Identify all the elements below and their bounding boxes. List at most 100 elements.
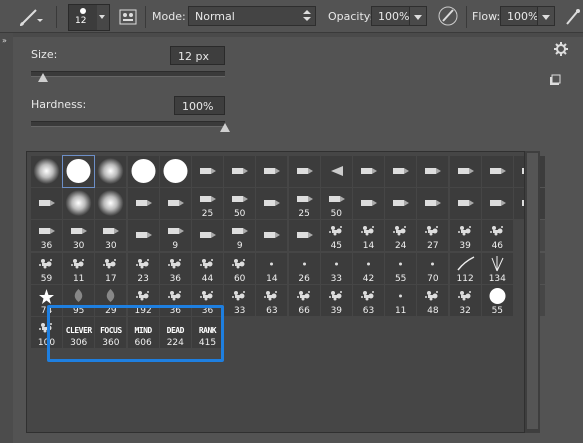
brush-preset[interactable] xyxy=(192,220,223,252)
brush-preset[interactable] xyxy=(320,156,352,187)
brush-size-label: 36 xyxy=(169,273,182,284)
brush-preset[interactable]: 9 xyxy=(159,220,191,252)
brush-preset[interactable]: 27 xyxy=(417,220,449,252)
size-slider-track[interactable] xyxy=(31,71,225,77)
brush-preset[interactable]: 33 xyxy=(320,252,352,284)
brush-preset[interactable] xyxy=(385,156,417,187)
options-bar: 12 Mode: Normal Opacity: 100% Flow: 100% xyxy=(0,0,583,33)
brush-preset[interactable]: 42 xyxy=(353,252,384,284)
airbrush-icon[interactable] xyxy=(563,6,583,28)
brush-preset[interactable]: 24 xyxy=(385,220,417,252)
brush-preset[interactable] xyxy=(353,156,384,187)
brush-preset[interactable]: 14 xyxy=(256,252,288,284)
brush-preset[interactable]: 11 xyxy=(385,284,417,316)
chevron-down-icon[interactable] xyxy=(97,5,109,30)
brush-preset[interactable] xyxy=(127,220,159,252)
brush-preset[interactable] xyxy=(449,156,481,187)
brush-preset[interactable] xyxy=(385,188,417,220)
brush-preset[interactable] xyxy=(159,156,191,187)
size-field[interactable]: 12 px xyxy=(170,46,225,65)
brush-preset[interactable]: 55 xyxy=(385,252,417,284)
hardness-field[interactable]: 100% xyxy=(174,96,225,115)
brush-preset[interactable]: 26 xyxy=(288,252,320,284)
brush-size-label: 112 xyxy=(456,273,474,284)
brush-preset[interactable]: 66 xyxy=(288,284,320,316)
brush-preset[interactable] xyxy=(31,156,62,187)
brush-panel-toggle-icon[interactable] xyxy=(118,7,138,27)
brush-preset[interactable] xyxy=(449,188,481,220)
brush-preset[interactable]: 46 xyxy=(481,220,513,252)
brush-preset[interactable] xyxy=(31,188,62,220)
brush-preset[interactable] xyxy=(256,156,288,187)
brush-preset[interactable] xyxy=(481,188,513,220)
brush-size-label: 33 xyxy=(233,305,246,316)
brush-preset[interactable]: 33 xyxy=(224,284,256,316)
brush-preset[interactable] xyxy=(256,220,288,252)
brush-preset[interactable] xyxy=(62,155,96,188)
brush-preset[interactable]: 30 xyxy=(63,220,95,252)
expand-arrows-icon[interactable]: » xyxy=(2,36,7,45)
brush-preset[interactable]: 112 xyxy=(449,252,481,284)
pressure-opacity-icon[interactable] xyxy=(436,5,460,27)
mode-select[interactable]: Normal xyxy=(188,6,316,26)
brush-preset[interactable]: 39 xyxy=(320,284,352,316)
chevron-down-icon[interactable] xyxy=(409,7,426,25)
brush-preset[interactable] xyxy=(192,156,223,187)
brush-preset[interactable]: 60 xyxy=(224,252,256,284)
brush-preset[interactable]: 134 xyxy=(481,252,513,284)
brush-preset[interactable]: 45 xyxy=(320,220,352,252)
brush-preset[interactable]: 25 xyxy=(192,188,223,220)
brush-thumbnail-icon xyxy=(330,166,343,176)
hardness-slider-handle[interactable] xyxy=(220,123,230,132)
brush-preset[interactable]: 17 xyxy=(95,252,127,284)
brush-preset[interactable]: 70 xyxy=(417,252,449,284)
brush-preset[interactable]: 14 xyxy=(353,220,384,252)
brush-preset[interactable]: 9 xyxy=(224,220,256,252)
brush-preset[interactable]: 23 xyxy=(127,252,159,284)
new-preset-icon[interactable] xyxy=(549,74,561,86)
brush-preset[interactable]: 55 xyxy=(481,284,513,316)
brush-preset[interactable]: 11 xyxy=(63,252,95,284)
brush-preset[interactable]: 36 xyxy=(31,220,62,252)
brush-preset[interactable] xyxy=(159,188,191,220)
brush-preset[interactable]: 59 xyxy=(31,252,62,284)
opacity-field[interactable]: 100% xyxy=(371,6,427,26)
brush-preset[interactable]: 25 xyxy=(288,188,320,220)
brush-preset[interactable] xyxy=(417,156,449,187)
brush-preset[interactable] xyxy=(481,156,513,187)
gear-icon[interactable] xyxy=(554,42,568,56)
brush-preset[interactable] xyxy=(127,156,159,187)
brush-preset[interactable]: 63 xyxy=(353,284,384,316)
brush-preset[interactable] xyxy=(127,188,159,220)
brush-preset[interactable] xyxy=(63,188,95,220)
brush-tool-icon[interactable] xyxy=(16,6,44,28)
brush-preset[interactable] xyxy=(95,188,127,220)
brush-size-label: 14 xyxy=(266,273,278,284)
brush-preset[interactable]: 30 xyxy=(95,220,127,252)
brush-preset[interactable] xyxy=(95,156,127,187)
brush-preset-picker[interactable]: 12 xyxy=(68,4,110,31)
brush-preset[interactable]: 50 xyxy=(320,188,352,220)
brush-preset[interactable] xyxy=(288,220,320,252)
brush-preset[interactable]: 39 xyxy=(449,220,481,252)
brush-preset[interactable]: 32 xyxy=(449,284,481,316)
separator xyxy=(56,6,57,28)
brush-preset[interactable]: 48 xyxy=(417,284,449,316)
chevron-down-icon[interactable] xyxy=(537,7,554,25)
brush-preset[interactable] xyxy=(353,188,384,220)
brush-preset[interactable] xyxy=(224,156,256,187)
size-slider-handle[interactable] xyxy=(37,73,48,82)
flow-label: Flow: xyxy=(472,10,501,23)
flow-field[interactable]: 100% xyxy=(500,6,555,26)
hardness-slider-track[interactable] xyxy=(31,121,225,127)
brush-preset[interactable] xyxy=(288,156,320,187)
brush-preset[interactable]: 44 xyxy=(192,252,223,284)
brush-preset[interactable]: 50 xyxy=(224,188,256,220)
brush-preset[interactable]: 36 xyxy=(159,252,191,284)
preset-grid-scrollbar[interactable] xyxy=(524,151,540,433)
scrollbar-thumb[interactable] xyxy=(527,153,538,429)
brush-preset[interactable] xyxy=(256,188,288,220)
brush-preset[interactable]: 63 xyxy=(256,284,288,316)
brush-size-label: 59 xyxy=(40,273,53,284)
brush-preset[interactable] xyxy=(417,188,449,220)
